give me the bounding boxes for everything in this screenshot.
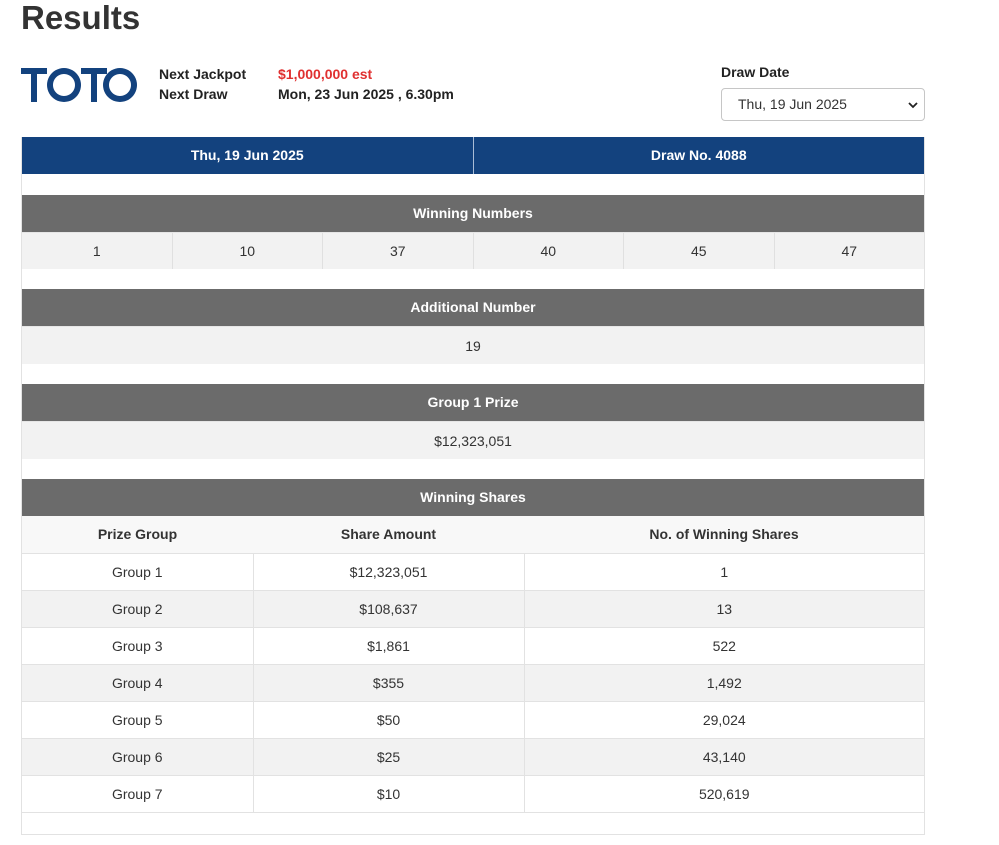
toto-logo: [20, 62, 138, 108]
draw-date-heading: Thu, 19 Jun 2025: [22, 137, 474, 174]
winning-shares-cell: 29,024: [524, 700, 924, 738]
winning-shares-cell: 13: [524, 589, 924, 627]
share-amount-cell: $108,637: [253, 589, 525, 627]
column-header-prize-group: Prize Group: [22, 516, 253, 553]
table-row: Group 3 $1,861 522: [22, 626, 924, 664]
column-header-winning-shares: No. of Winning Shares: [524, 516, 924, 553]
prize-group-cell: Group 2: [22, 589, 254, 627]
prize-group-cell: Group 1: [22, 552, 254, 590]
prize-group-cell: Group 5: [22, 700, 254, 738]
results-panel: Thu, 19 Jun 2025 Draw No. 4088 Winning N…: [21, 137, 925, 835]
page-title: Results: [21, 0, 141, 36]
share-amount-cell: $1,861: [253, 626, 525, 664]
winning-number: 37: [323, 233, 474, 269]
table-row: Group 4 $355 1,492: [22, 663, 924, 701]
group1-prize-title: Group 1 Prize: [22, 384, 924, 421]
table-row: Group 1 $12,323,051 1: [22, 552, 924, 590]
next-draw-label: Next Draw: [159, 86, 228, 102]
chevron-down-icon: [908, 102, 918, 109]
draw-date-picker: Draw Date Thu, 19 Jun 2025: [721, 64, 925, 121]
table-row: Group 5 $50 29,024: [22, 700, 924, 738]
winning-shares-cell: 43,140: [524, 737, 924, 775]
next-jackpot-value: $1,000,000 est: [278, 66, 373, 82]
winning-number: 47: [841, 243, 858, 259]
winning-shares-title: Winning Shares: [22, 479, 924, 516]
winning-number: 45: [624, 233, 775, 269]
additional-number-title: Additional Number: [22, 289, 924, 326]
winning-shares-cell: 520,619: [524, 774, 924, 812]
draw-date-selected: Thu, 19 Jun 2025: [738, 96, 847, 112]
share-amount-cell: $50: [253, 700, 525, 738]
next-draw-value: Mon, 23 Jun 2025 , 6.30pm: [278, 86, 454, 102]
prize-group-cell: Group 7: [22, 774, 254, 812]
table-row: Group 2 $108,637 13: [22, 589, 924, 627]
winning-number: 1: [22, 233, 173, 269]
winning-numbers-title: Winning Numbers: [22, 195, 924, 232]
winning-shares-cell: 1,492: [524, 663, 924, 701]
prize-group-cell: Group 3: [22, 626, 254, 664]
table-header-row: Prize Group Share Amount No. of Winning …: [22, 516, 924, 553]
prize-group-cell: Group 6: [22, 737, 254, 775]
table-row: Group 6 $25 43,140: [22, 737, 924, 775]
share-amount-cell: $355: [253, 663, 525, 701]
column-header-share-amount: Share Amount: [253, 516, 524, 553]
winning-shares-cell: 1: [524, 552, 924, 590]
draw-date-label: Draw Date: [721, 64, 790, 80]
winning-number: 40: [474, 233, 624, 269]
winning-number: 10: [173, 233, 323, 269]
table-row: Group 7 $10 520,619: [22, 774, 924, 812]
draw-header: Thu, 19 Jun 2025 Draw No. 4088: [22, 137, 924, 174]
draw-date-select[interactable]: Thu, 19 Jun 2025: [721, 88, 925, 121]
jackpot-info: Next Jackpot $1,000,000 est Next Draw Mo…: [159, 64, 454, 104]
share-amount-cell: $25: [253, 737, 525, 775]
prize-group-cell: Group 4: [22, 663, 254, 701]
share-amount-cell: $10: [253, 774, 525, 812]
share-amount-cell: $12,323,051: [253, 552, 525, 590]
winning-shares-cell: 522: [524, 626, 924, 664]
additional-number-value: 19: [22, 326, 924, 364]
winning-numbers-row: 1 10 37 40 45 47: [22, 232, 924, 269]
winning-shares-table: Prize Group Share Amount No. of Winning …: [22, 516, 924, 812]
draw-number-heading: Draw No. 4088: [650, 147, 747, 163]
group1-prize-value: $12,323,051: [22, 421, 924, 459]
next-jackpot-label: Next Jackpot: [159, 66, 247, 82]
